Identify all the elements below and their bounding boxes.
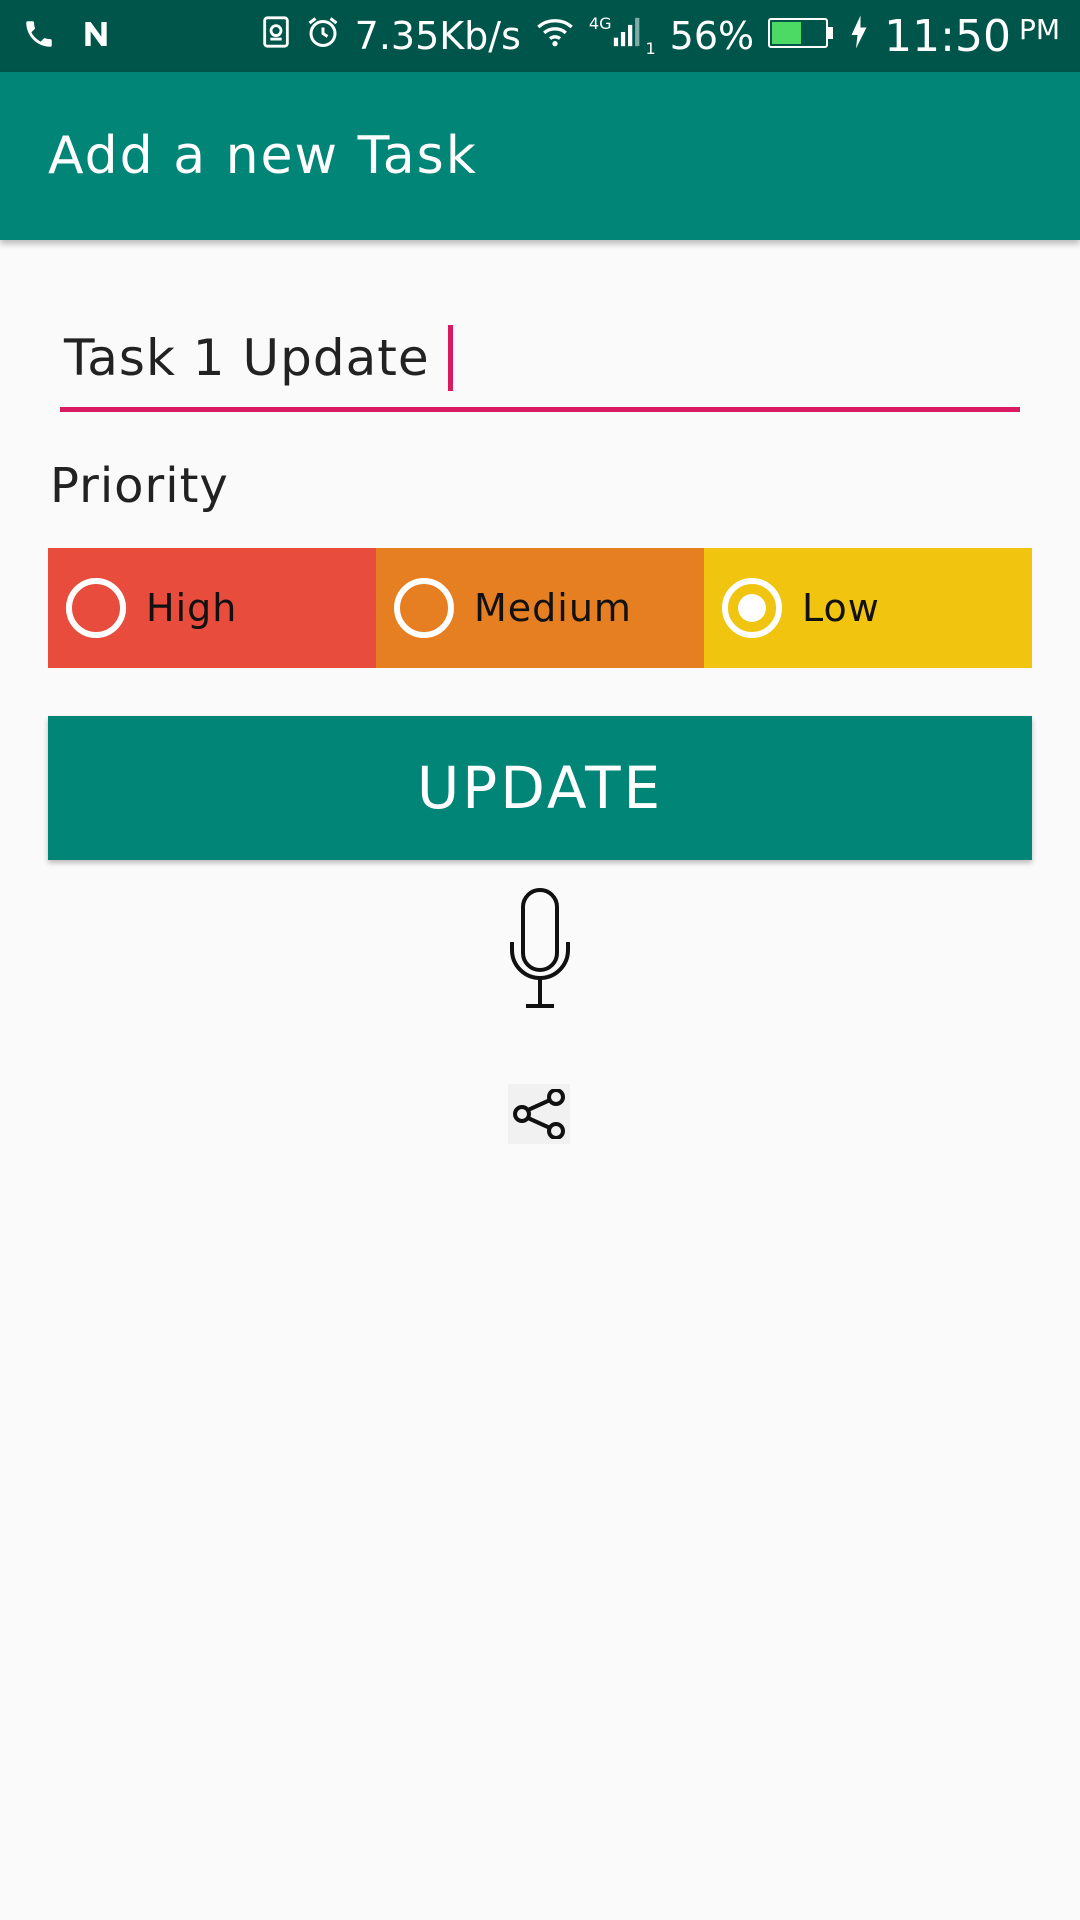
share-icon[interactable]	[508, 1084, 570, 1144]
n-notification-icon	[80, 18, 112, 54]
priority-option-label: Low	[802, 586, 880, 630]
priority-option-low[interactable]: Low	[704, 548, 1032, 668]
priority-radio-group: High Medium Low	[48, 548, 1032, 668]
clock-ampm: PM	[1018, 12, 1060, 46]
update-button[interactable]: UPDATE	[48, 716, 1032, 860]
sim-card-icon	[261, 14, 291, 58]
priority-option-high[interactable]: High	[48, 548, 376, 668]
clock-time: 11:50	[884, 10, 1011, 62]
charging-icon	[848, 14, 870, 59]
microphone-icon[interactable]	[506, 886, 574, 1012]
signal-icon	[613, 14, 643, 58]
radio-button-low[interactable]	[722, 578, 782, 638]
task-description-field[interactable]: Task 1 Update	[60, 308, 1020, 412]
radio-selected-dot	[738, 594, 766, 622]
radio-button-medium[interactable]	[394, 578, 454, 638]
net-speed: 7.35Kb/s	[354, 14, 521, 58]
network-type: 4G	[588, 14, 612, 33]
app-bar: Add a new Task	[0, 72, 1080, 240]
battery-icon	[768, 14, 834, 58]
sim-slot: 1	[645, 39, 656, 58]
priority-option-label: High	[146, 586, 238, 630]
page-title: Add a new Task	[48, 126, 478, 186]
priority-label: Priority	[50, 458, 229, 514]
radio-button-high[interactable]	[66, 578, 126, 638]
alarm-icon	[305, 14, 341, 59]
status-bar: 7.35Kb/s 4G 1 56% 11:50 PM	[0, 0, 1080, 72]
priority-option-medium[interactable]: Medium	[376, 548, 704, 668]
phone-icon	[22, 17, 56, 55]
wifi-icon	[535, 14, 575, 58]
priority-option-label: Medium	[474, 586, 632, 630]
task-description-value[interactable]: Task 1 Update	[60, 329, 430, 387]
text-cursor	[447, 324, 453, 391]
signal-group: 4G 1	[589, 14, 656, 58]
battery-percent: 56%	[669, 14, 755, 58]
